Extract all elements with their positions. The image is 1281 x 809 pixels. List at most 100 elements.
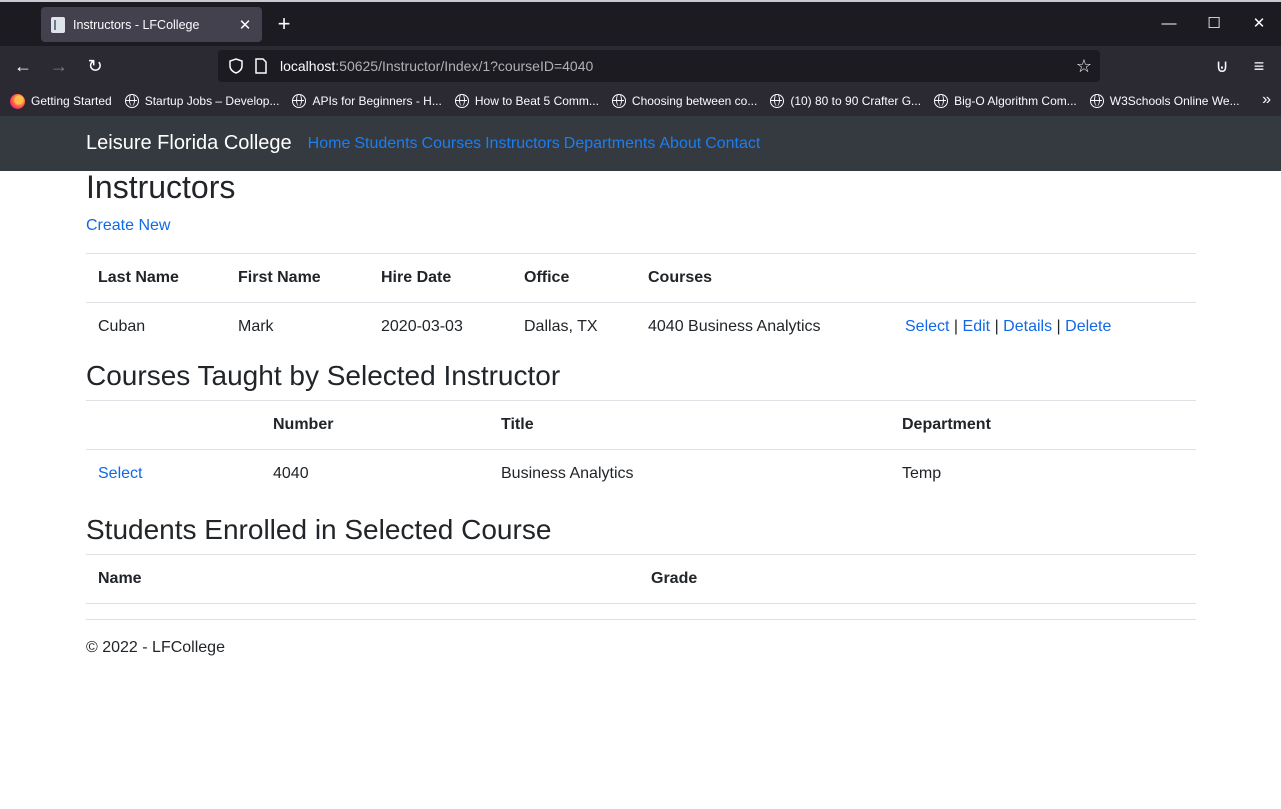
delete-link[interactable]: Delete [1065,318,1111,335]
nav-students[interactable]: Students [354,135,417,153]
create-new-link[interactable]: Create New [86,214,1196,238]
bookmark-label: Getting Started [31,94,112,108]
cell-office: Dallas, TX [512,302,636,352]
close-tab-icon[interactable]: ✕ [238,16,252,34]
table-header-row: Name Grade [86,554,1196,604]
column-header: Grade [639,554,1196,604]
maximize-window-button[interactable]: ☐ [1191,12,1237,36]
menu-button[interactable]: ≡ [1245,52,1273,80]
bookmark-item[interactable]: Startup Jobs – Develop... [124,94,280,108]
students-table: Name Grade [86,554,1196,604]
footer-text: © 2022 - LFCollege [86,639,225,656]
column-header: Number [261,399,489,450]
site-brand[interactable]: Leisure Florida College [86,132,292,155]
bookmark-label: APIs for Beginners - H... [312,94,442,108]
bookmark-item[interactable]: APIs for Beginners - H... [292,94,442,108]
column-header: Name [86,554,639,604]
globe-icon [292,94,307,108]
bookmark-star-icon[interactable]: ☆ [1076,56,1092,77]
globe-icon [124,94,139,108]
bookmarks-overflow-icon[interactable]: » [1262,91,1271,109]
cell-department: Temp [890,448,1196,498]
bookmark-label: Choosing between co... [631,94,758,108]
globe-icon [934,94,949,108]
bookmark-label: Startup Jobs – Develop... [144,94,280,108]
bookmark-label: W3Schools Online We... [1109,94,1240,108]
separator: | [1056,318,1061,336]
cell-actions: Select | Edit | Details | Delete [893,302,1196,352]
address-bar[interactable]: localhost:50625/Instructor/Index/1?cours… [218,50,1100,82]
table-header-row: Number Title Department [86,399,1196,450]
nav-courses[interactable]: Courses [422,135,482,153]
column-header: Hire Date [369,253,512,303]
select-link[interactable]: Select [905,318,949,335]
cell-hire-date: 2020-03-03 [369,302,512,352]
bookmark-label: (10) 80 to 90 Crafter G... [790,94,922,108]
bookmarks-bar: Getting Started Startup Jobs – Develop..… [0,86,1281,116]
reload-button[interactable]: ↻ [81,52,109,80]
page-title: Instructors [86,169,236,205]
bookmark-label: How to Beat 5 Comm... [474,94,599,108]
courses-heading: Courses Taught by Selected Instructor [86,359,561,391]
nav-home[interactable]: Home [308,135,351,153]
table-header-row: Last Name First Name Hire Date Office Co… [86,253,1196,303]
edit-link[interactable]: Edit [963,318,991,335]
globe-icon [611,94,626,108]
back-button[interactable]: ← [9,52,37,80]
bookmark-label: Big-O Algorithm Com... [954,94,1077,108]
bookmark-item[interactable]: W3Schools Online We... [1089,94,1240,108]
browser-tab-active[interactable]: Instructors - LFCollege ✕ [41,7,262,42]
separator: | [953,318,959,336]
column-header: Title [489,399,890,450]
close-window-button[interactable]: ✕ [1236,12,1281,36]
globe-icon [770,94,785,108]
url-host: localhost [280,58,336,74]
column-header: Courses [636,253,893,303]
column-header: First Name [226,253,369,303]
minimize-window-button[interactable]: — [1146,12,1192,36]
bookmark-item[interactable]: Big-O Algorithm Com... [934,94,1077,108]
courses-table: Number Title Department Select 4040 Busi… [86,399,1196,498]
footer-divider [86,619,1196,620]
nav-instructors[interactable]: Instructors [485,135,560,153]
separator: | [994,318,999,336]
column-header: Last Name [86,253,226,303]
cell-action: Select [86,448,261,498]
instructors-table: Last Name First Name Hire Date Office Co… [86,253,1196,352]
bookmark-item[interactable]: Getting Started [10,93,112,109]
cell-last-name: Cuban [86,302,226,352]
bookmark-item[interactable]: (10) 80 to 90 Crafter G... [770,94,921,108]
table-row: Cuban Mark 2020-03-03 Dallas, TX 4040 Bu… [86,302,1196,352]
new-tab-button[interactable]: + [270,10,298,38]
bookmark-item[interactable]: Choosing between co... [611,94,758,108]
forward-button[interactable]: → [45,52,73,80]
main-content: Instructors Create New Last Name First N… [86,171,1196,657]
pocket-icon[interactable]: ⊍ [1208,52,1236,80]
table-row: Select 4040 Business Analytics Temp [86,448,1196,498]
column-header: Office [512,253,636,303]
site-navbar: Leisure Florida College Home Students Co… [0,116,1281,171]
cell-courses: 4040 Business Analytics [636,302,893,352]
nav-departments[interactable]: Departments [564,135,656,153]
page-icon [51,16,65,33]
firefox-icon [10,93,25,109]
page-info-icon[interactable] [254,58,268,74]
select-course-link[interactable]: Select [98,465,142,482]
globe-icon [454,94,469,108]
cell-number: 4040 [261,448,489,498]
shield-icon[interactable] [228,58,244,74]
details-link[interactable]: Details [1003,318,1052,335]
column-header: Department [890,399,1196,450]
globe-icon [1089,94,1104,108]
column-header [86,399,261,450]
cell-title: Business Analytics [489,448,890,498]
column-header [893,253,1196,303]
bookmark-item[interactable]: How to Beat 5 Comm... [454,94,599,108]
browser-tab-bar: Instructors - LFCollege ✕ + — ☐ ✕ [0,2,1281,46]
nav-contact[interactable]: Contact [705,135,760,153]
browser-toolbar: ← → ↻ localhost:50625/Instructor/Index/1… [0,46,1281,86]
url-path: :50625/Instructor/Index/1?courseID=4040 [335,58,594,74]
cell-first-name: Mark [226,302,369,352]
nav-about[interactable]: About [659,135,701,153]
url-text[interactable]: localhost:50625/Instructor/Index/1?cours… [280,58,1076,74]
